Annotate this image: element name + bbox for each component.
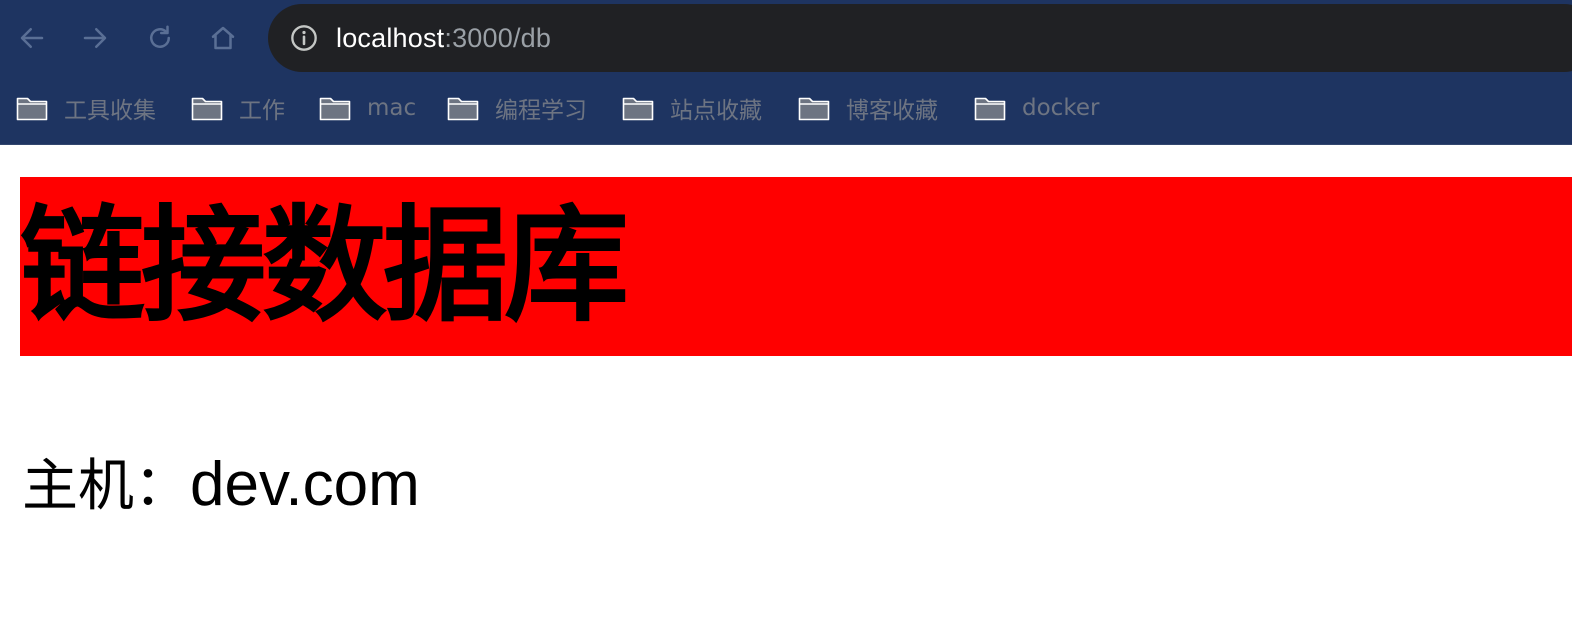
bookmark-folder[interactable]: 工作 [191,92,285,124]
bookmarks-bar: 工具收集 工作 mac 编程学习 站点收藏 博客收藏 docker [0,84,1572,130]
info-icon[interactable] [290,24,318,52]
back-arrow-icon [20,28,44,48]
url-path: :3000/db [444,22,552,53]
folder-icon [622,95,654,121]
folder-icon [319,95,351,121]
bookmark-folder[interactable]: 编程学习 [447,92,587,124]
bookmark-folder[interactable]: mac [319,92,416,124]
folder-icon [191,95,223,121]
bookmark-folder[interactable]: 站点收藏 [622,92,762,124]
forward-button[interactable] [75,18,115,58]
reload-button[interactable] [140,18,180,58]
bookmark-label: 站点收藏 [670,98,762,124]
home-button[interactable] [203,18,243,58]
bookmark-folder[interactable]: docker [974,92,1099,124]
address-bar[interactable]: localhost:3000/db [268,4,1572,72]
folder-icon [798,95,830,121]
folder-icon [974,95,1006,121]
bookmark-folder[interactable]: 博客收藏 [798,92,938,124]
page-heading: 链接数据库 [20,177,1572,356]
reload-icon [150,25,170,48]
host-info: 主机：dev.com [22,441,420,531]
back-button[interactable] [12,18,52,58]
folder-icon [447,95,479,121]
host-label: 主机： [22,454,190,519]
home-icon [211,26,235,50]
bookmark-label: 编程学习 [495,98,587,124]
forward-arrow-icon [83,28,107,48]
bookmark-label: docker [1022,95,1100,121]
bookmark-label: 工作 [239,98,285,124]
url-text[interactable]: localhost:3000/db [336,23,551,54]
bookmark-label: mac [367,95,417,121]
bookmark-label: 工具收集 [64,98,156,124]
folder-icon [16,95,48,121]
url-host: localhost [336,22,445,53]
bookmark-label: 博客收藏 [846,98,938,124]
page-content: 链接数据库 主机：dev.com [0,145,1572,638]
browser-toolbar: localhost:3000/db 工具收集 工作 mac 编程学习 站点收藏 … [0,0,1572,145]
bookmark-folder[interactable]: 工具收集 [16,92,156,124]
host-value: dev.com [190,450,420,519]
